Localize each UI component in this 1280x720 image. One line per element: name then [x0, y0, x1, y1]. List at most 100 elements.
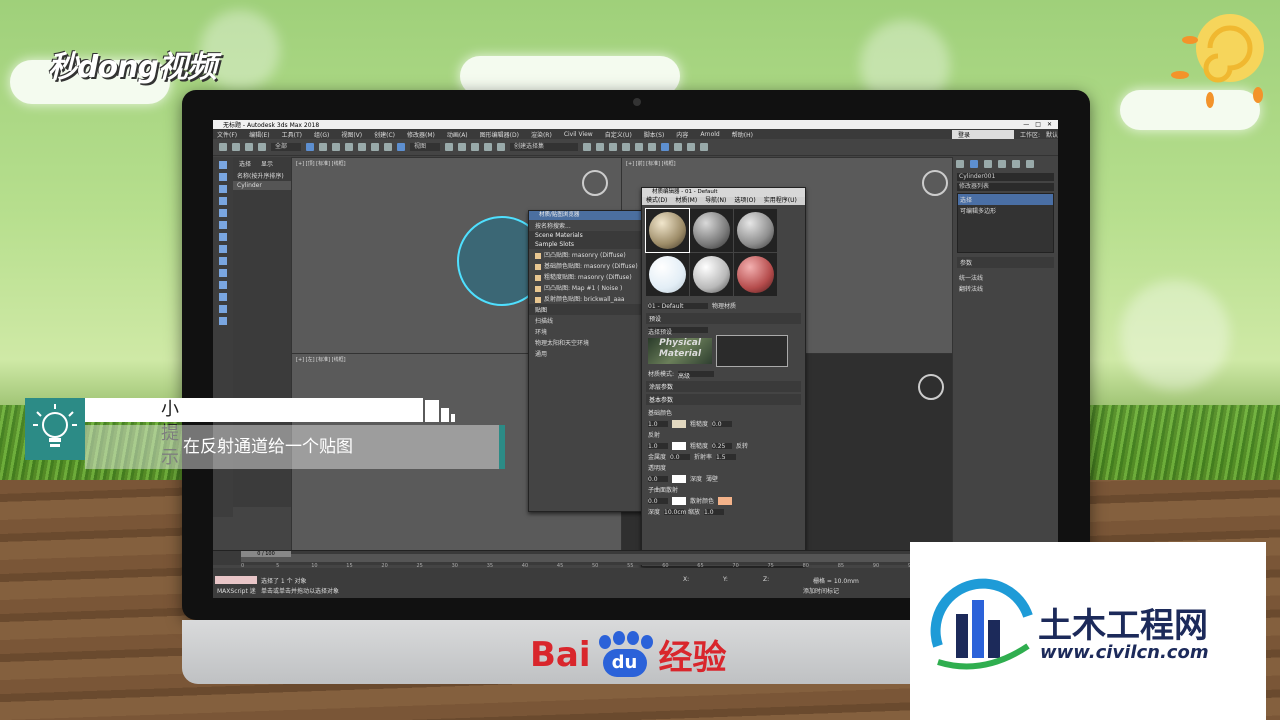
timeline[interactable]: 0 / 100 0 5 10 15 20 25 30 35 40 45 50 55 60 65 70 75 80… — [213, 550, 953, 569]
menu-create[interactable]: 创建(C) — [374, 130, 395, 139]
sample-slot[interactable] — [690, 253, 733, 296]
reference-coord-dropdown[interactable]: 视图 — [410, 143, 440, 151]
toolbar-icon[interactable] — [219, 257, 227, 265]
toolbar-icon[interactable] — [219, 245, 227, 253]
snap-icon[interactable] — [458, 143, 466, 151]
curve-editor-icon[interactable] — [635, 143, 643, 151]
redo-icon[interactable] — [232, 143, 240, 151]
scene-column-header[interactable]: 名称(按升序排序) — [233, 170, 291, 181]
params-rollout[interactable]: 参数 — [957, 257, 1054, 268]
stack-item[interactable]: 可编辑多边形 — [958, 205, 1053, 216]
browser-item[interactable]: 粗糙度贴图: masonry (Diffuse) — [529, 271, 649, 282]
object-name-field[interactable]: Cylinder001 — [957, 173, 1054, 181]
toolbar-icon[interactable] — [219, 305, 227, 313]
material-type-button[interactable]: 物理材质 — [712, 301, 736, 310]
material-name-field[interactable]: 01 - Default — [648, 302, 708, 310]
scene-object-row[interactable]: Cylinder — [233, 181, 291, 190]
roughness-field[interactable]: 0.0 — [712, 420, 733, 428]
menu-tools[interactable]: 工具(T) — [282, 130, 302, 139]
transparency-weight-field[interactable]: 0.0 — [648, 475, 668, 483]
menu-group[interactable]: 组(G) — [314, 130, 329, 139]
toolbar-icon[interactable] — [219, 317, 227, 325]
hierarchy-tab-icon[interactable] — [984, 160, 992, 168]
link-icon[interactable] — [245, 143, 253, 151]
select-object-icon[interactable] — [306, 143, 314, 151]
material-mode-dropdown[interactable]: 高级 — [678, 370, 715, 380]
rect-select-icon[interactable] — [332, 143, 340, 151]
unlink-icon[interactable] — [258, 143, 266, 151]
browser-search[interactable]: 按名称搜索... — [529, 220, 649, 231]
browser-section[interactable]: Scene Materials — [529, 231, 649, 240]
workspace-select[interactable]: 默认 — [1046, 130, 1058, 139]
render-setup-icon[interactable] — [674, 143, 682, 151]
param-item[interactable]: 翻转法线 — [953, 283, 1058, 294]
rotate-icon[interactable] — [371, 143, 379, 151]
sss-weight-field[interactable]: 0.0 — [648, 497, 668, 505]
render-frame-icon[interactable] — [687, 143, 695, 151]
toolbar-icon[interactable] — [219, 185, 227, 193]
toolbar-icon[interactable] — [219, 173, 227, 181]
toolbar-icon[interactable] — [219, 281, 227, 289]
menu-animation[interactable]: 动画(A) — [447, 130, 468, 139]
presets-rollout[interactable]: 预设 — [646, 313, 801, 324]
menu-mode[interactable]: 模式(D) — [646, 197, 667, 205]
refl-roughness-field[interactable]: 0.25 — [712, 442, 733, 450]
place-icon[interactable] — [397, 143, 405, 151]
close-icon[interactable]: ✕ — [1047, 121, 1052, 128]
menu-utilities[interactable]: 实用程序(U) — [764, 197, 797, 205]
add-time-tag[interactable]: 添加时间标记 — [803, 586, 839, 595]
browser-section[interactable]: 贴图 — [529, 304, 649, 315]
layer-icon[interactable] — [609, 143, 617, 151]
base-weight-field[interactable]: 1.0 — [648, 420, 668, 428]
percent-snap-icon[interactable] — [484, 143, 492, 151]
browser-item[interactable]: 通用 — [529, 348, 649, 359]
utilities-tab-icon[interactable] — [1026, 160, 1034, 168]
stack-item[interactable]: 选择 — [958, 194, 1053, 205]
base-color-swatch[interactable] — [672, 419, 686, 428]
ior-field[interactable]: 1.5 — [716, 453, 737, 461]
maxscript-listener[interactable] — [215, 576, 257, 584]
sss-depth-field[interactable]: 10.0cm — [664, 508, 687, 516]
inverse-checkbox[interactable]: 反转 — [736, 441, 748, 450]
menu-civil-view[interactable]: Civil View — [564, 131, 593, 138]
pivot-icon[interactable] — [445, 143, 453, 151]
browser-item[interactable]: 物理太阳和天空环境 — [529, 337, 649, 348]
toolbar-icon[interactable] — [219, 233, 227, 241]
scene-tab-select[interactable]: 选择 — [239, 159, 251, 168]
named-selection-dropdown[interactable]: 创建选择集 — [510, 143, 578, 151]
reflection-color-swatch[interactable] — [672, 441, 686, 450]
motion-tab-icon[interactable] — [998, 160, 1006, 168]
sample-slot[interactable] — [645, 208, 690, 253]
browser-item[interactable]: 环境 — [529, 326, 649, 337]
menu-scripting[interactable]: 脚本(S) — [644, 130, 665, 139]
param-item[interactable]: 统一法线 — [953, 272, 1058, 283]
scale-icon[interactable] — [384, 143, 392, 151]
undo-icon[interactable] — [219, 143, 227, 151]
menu-options[interactable]: 选项(O) — [734, 197, 755, 205]
menu-content[interactable]: 内容 — [676, 130, 688, 139]
menu-material[interactable]: 材质(M) — [675, 197, 697, 205]
menu-file[interactable]: 文件(F) — [217, 130, 237, 139]
menu-arnold[interactable]: Arnold — [700, 131, 719, 138]
toolbar-icon[interactable] — [219, 161, 227, 169]
menu-rendering[interactable]: 渲染(R) — [531, 130, 552, 139]
window-crossing-icon[interactable] — [345, 143, 353, 151]
viewport-label[interactable]: [+] [前] [标准] [线框] — [626, 160, 676, 167]
viewcube-icon[interactable] — [582, 170, 608, 196]
scatter-color-swatch[interactable] — [718, 496, 733, 505]
menu-views[interactable]: 视图(V) — [341, 130, 362, 139]
maximize-icon[interactable]: □ — [1035, 121, 1041, 128]
thin-walled-checkbox[interactable]: 薄壁 — [706, 474, 718, 483]
viewcube-icon[interactable] — [918, 374, 944, 400]
select-by-name-icon[interactable] — [319, 143, 327, 151]
browser-item[interactable]: 基础颜色贴图: masonry (Diffuse) — [529, 260, 649, 271]
align-icon[interactable] — [596, 143, 604, 151]
toolbar-icon[interactable] — [219, 293, 227, 301]
viewport-label[interactable]: [+] [左] [标准] [线框] — [296, 356, 346, 363]
menu-graph-editors[interactable]: 图形编辑器(D) — [480, 130, 519, 139]
menu-customize[interactable]: 自定义(U) — [605, 130, 632, 139]
browser-item[interactable]: 凹凸贴图: Map #1 ( Noise ) — [529, 282, 649, 293]
sample-slot[interactable] — [646, 253, 689, 296]
modifier-list-dropdown[interactable]: 修改器列表 — [957, 183, 1054, 191]
material-editor-title[interactable]: 材质编辑器 - 01 - Default — [642, 188, 805, 197]
